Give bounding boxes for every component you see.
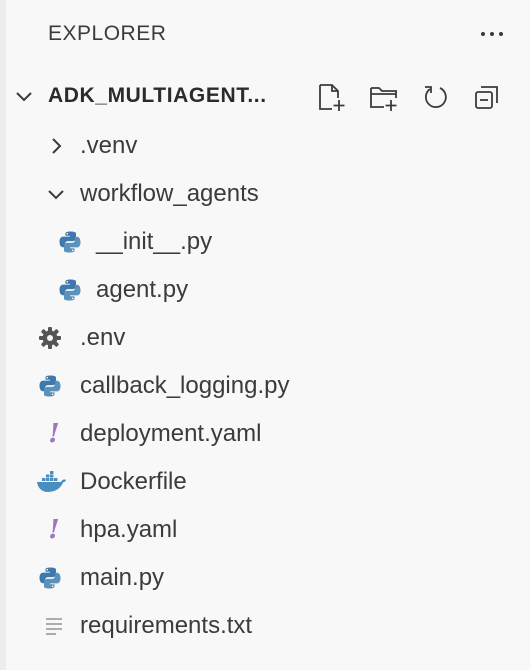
tree-item-dockerfile[interactable]: Dockerfile (0, 458, 530, 506)
python-icon (58, 278, 82, 302)
python-icon (58, 230, 82, 254)
python-icon (38, 566, 62, 590)
workspace-actions (316, 82, 504, 112)
tree-item-label: agent.py (96, 276, 189, 303)
refresh-icon[interactable] (420, 82, 452, 112)
ellipsis-icon[interactable] (480, 18, 504, 50)
tree-item-agent-py[interactable]: agent.py (0, 266, 530, 314)
explorer-title: EXPLORER (48, 22, 167, 45)
tree-item-label: main.py (80, 564, 165, 591)
chevron-down-icon (44, 182, 68, 206)
chevron-right-icon (44, 134, 68, 158)
python-icon (38, 374, 62, 398)
tree-item-label: .venv (80, 132, 138, 159)
new-file-icon[interactable] (316, 82, 348, 112)
tree-item-workflow-agents[interactable]: workflow_agents (0, 170, 530, 218)
tree-item-label: __init__.py (96, 228, 213, 255)
tree-item-hpa-yaml[interactable]: ! hpa.yaml (0, 506, 530, 554)
tree-item-label: callback_logging.py (80, 372, 290, 399)
tree-item-main-py[interactable]: main.py (0, 554, 530, 602)
chevron-down-icon[interactable] (12, 84, 36, 108)
tree-item-init-py[interactable]: __init__.py (0, 218, 530, 266)
tree-item-env[interactable]: .env (0, 314, 530, 362)
new-folder-icon[interactable] (368, 82, 400, 112)
tree-item-requirements-txt[interactable]: requirements.txt (0, 602, 530, 650)
tree-item-deployment-yaml[interactable]: ! deployment.yaml (0, 410, 530, 458)
yaml-icon: ! (48, 419, 60, 449)
text-file-icon (42, 614, 66, 638)
tree-item-callback-logging[interactable]: callback_logging.py (0, 362, 530, 410)
yaml-icon: ! (48, 515, 60, 545)
gear-icon (38, 326, 62, 350)
explorer-header: EXPLORER (48, 18, 530, 50)
tree-item-label: requirements.txt (80, 612, 253, 639)
tree-item-label: .env (80, 324, 126, 351)
tree-item-venv[interactable]: .venv (0, 122, 530, 170)
tree-item-label: workflow_agents (80, 180, 259, 207)
workspace-name: ADK_MULTIAGENT... (48, 84, 267, 107)
tree-item-label: hpa.yaml (80, 516, 178, 543)
tree-item-label: deployment.yaml (80, 420, 262, 447)
tree-item-label: Dockerfile (80, 468, 187, 495)
workspace-folder[interactable]: ADK_MULTIAGENT... (0, 74, 530, 118)
docker-icon (36, 470, 68, 494)
collapse-all-icon[interactable] (472, 82, 504, 112)
